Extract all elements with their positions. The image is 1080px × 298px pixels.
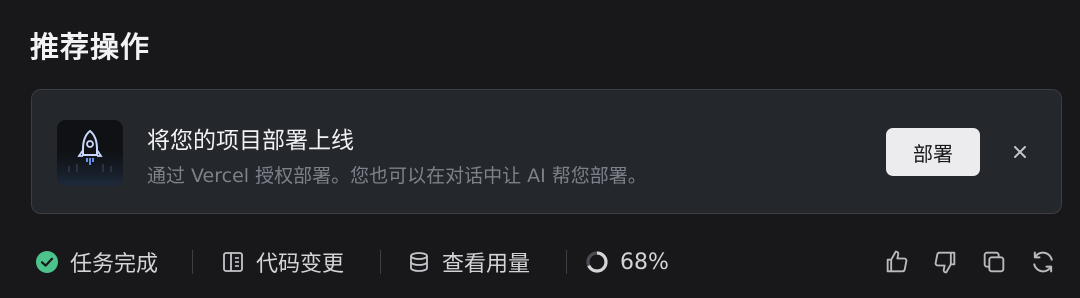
close-icon[interactable] (1008, 140, 1032, 164)
view-usage-link[interactable]: 查看用量 (407, 238, 530, 286)
code-changes-link[interactable]: 代码变更 (221, 238, 344, 286)
deploy-card-title: 将您的项目部署上线 (147, 128, 354, 154)
task-done-label: 任务完成 (70, 252, 159, 277)
progress-label: 68% (620, 249, 669, 275)
file-diff-icon (223, 252, 243, 272)
recommended-actions-panel: 推荐操作 将您的项目部署上线 通过 Vercel 授权部署。您也可以在对话中让 … (0, 0, 1080, 298)
refresh-icon[interactable] (1029, 248, 1057, 276)
section-title: 推荐操作 (30, 30, 151, 64)
deploy-card: 将您的项目部署上线 通过 Vercel 授权部署。您也可以在对话中让 AI 帮您… (31, 89, 1062, 214)
progress-ring-icon (586, 251, 608, 273)
view-usage-label: 查看用量 (442, 252, 531, 277)
deploy-button[interactable]: 部署 (886, 128, 980, 176)
rocket-icon (57, 120, 123, 186)
code-changes-label: 代码变更 (256, 252, 345, 277)
copy-icon[interactable] (980, 248, 1008, 276)
divider (192, 250, 193, 274)
thumbs-down-icon[interactable] (931, 248, 959, 276)
thumbs-up-icon[interactable] (883, 248, 911, 276)
database-icon (410, 252, 428, 272)
check-circle-icon (36, 251, 58, 273)
divider (566, 250, 567, 274)
usage-progress: 68% (585, 238, 669, 286)
deploy-card-description: 通过 Vercel 授权部署。您也可以在对话中让 AI 帮您部署。 (147, 165, 647, 187)
task-done-status: 任务完成 (35, 238, 158, 286)
status-bar: 任务完成 代码变更 查看用量 68% (0, 238, 1080, 286)
divider (380, 250, 381, 274)
